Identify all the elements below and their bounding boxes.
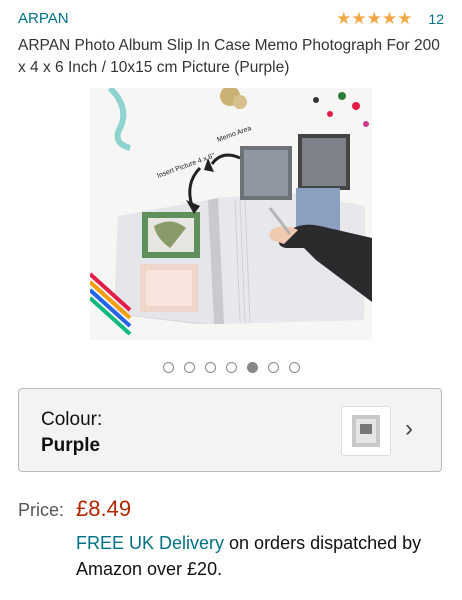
rating-count[interactable]: 12 [428, 11, 444, 27]
price-label: Price: [18, 500, 65, 520]
carousel-dot[interactable] [204, 362, 216, 373]
star-icon: ★ [351, 9, 367, 28]
star-icon: ★ [336, 9, 352, 28]
carousel-dot[interactable] [288, 362, 300, 373]
carousel-dots [0, 362, 462, 373]
star-icon: ★ [381, 9, 398, 28]
star-icon: ★ [366, 9, 382, 28]
carousel-dot[interactable] [225, 362, 237, 373]
carousel-dot[interactable] [162, 362, 174, 373]
carousel-dot[interactable] [267, 362, 279, 373]
delivery-info: FREE UK Delivery on orders dispatched by… [76, 530, 446, 582]
free-delivery-link[interactable]: FREE UK Delivery [76, 533, 224, 553]
star-rating: ★ ★ ★ ★ ★ [336, 10, 412, 28]
chevron-right-icon: › [405, 415, 413, 442]
colour-selector[interactable]: Colour: Purple › [18, 388, 442, 472]
price-value: £8.49 [76, 496, 132, 521]
variant-thumbnail [341, 406, 391, 456]
colour-label: Colour: [41, 409, 103, 430]
brand-link[interactable]: ARPAN [18, 10, 69, 27]
carousel-dot-active[interactable] [246, 362, 258, 373]
product-image[interactable]: Insert Picture 4 x 6" Memo Area [90, 88, 372, 340]
star-icon: ★ [397, 9, 413, 28]
product-title: ARPAN Photo Album Slip In Case Memo Phot… [18, 37, 440, 76]
colour-value: Purple [41, 435, 101, 456]
carousel-dot[interactable] [183, 362, 195, 373]
rating[interactable]: ★ ★ ★ ★ ★ 12 [336, 10, 444, 28]
